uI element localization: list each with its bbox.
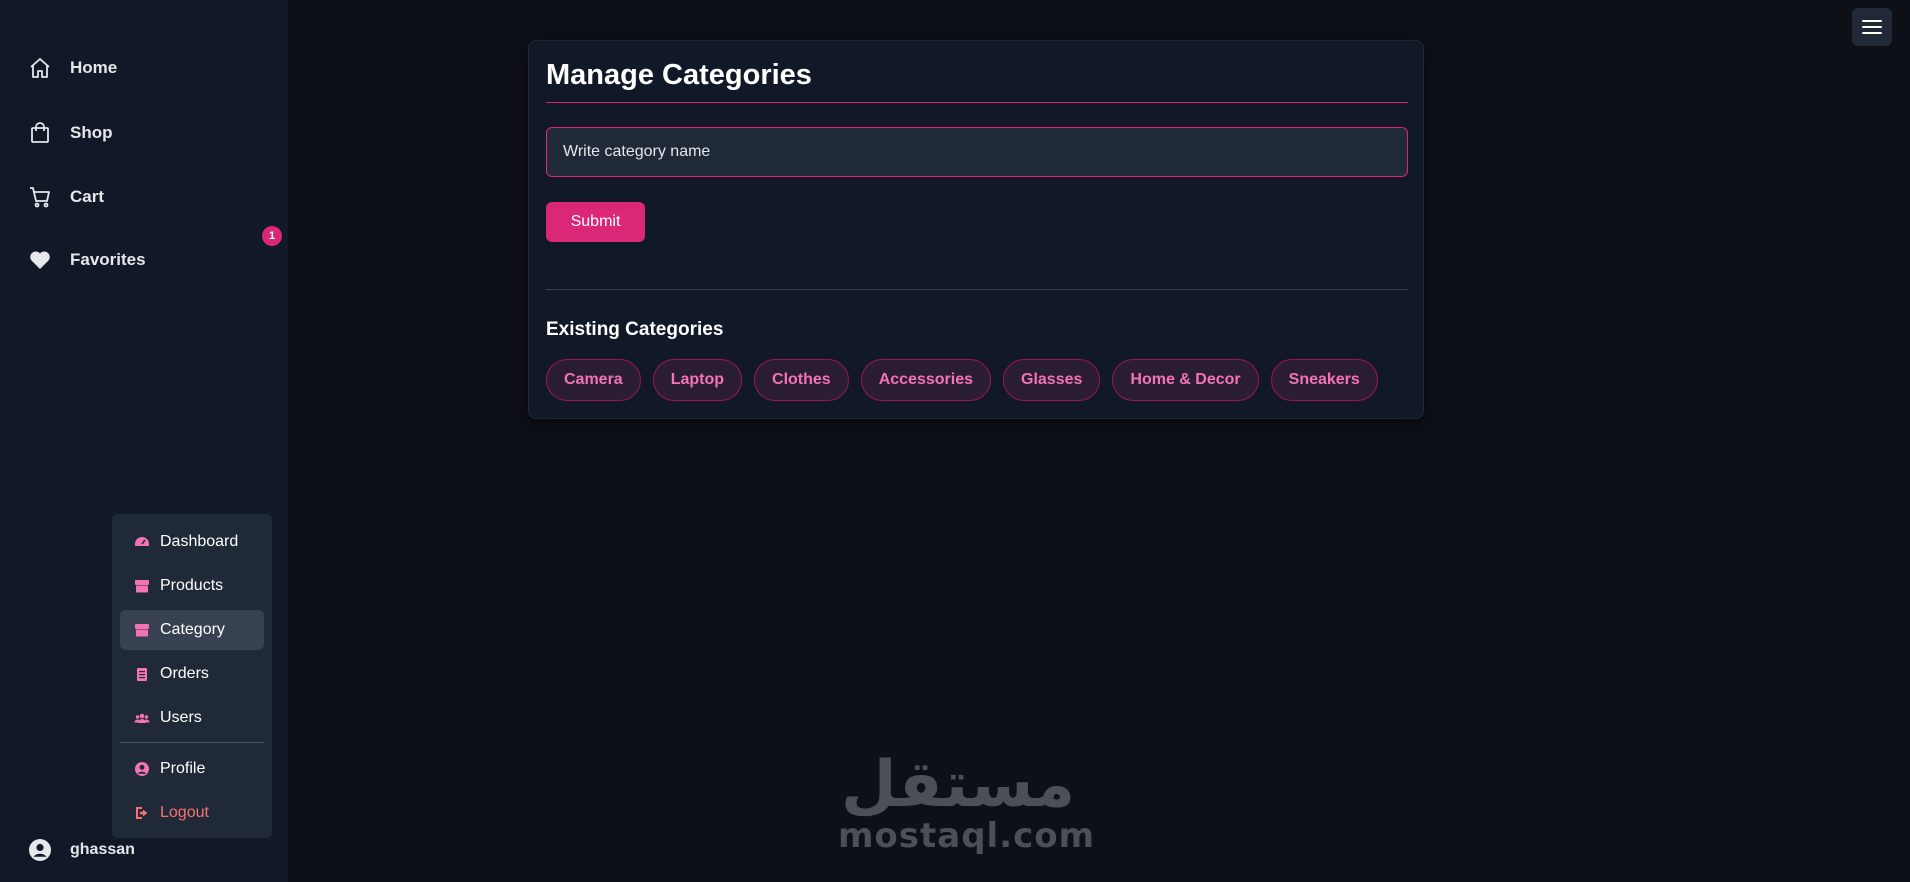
watermark-arabic-text: مستقل	[840, 748, 1076, 822]
user-circle-icon	[135, 762, 149, 776]
heart-icon	[30, 251, 50, 269]
menu-item-logout[interactable]: Logout	[120, 793, 264, 833]
category-chip-clothes[interactable]: Clothes	[754, 359, 849, 401]
menu-item-dashboard[interactable]: Dashboard	[120, 522, 264, 562]
menu-item-label: Users	[160, 709, 202, 726]
menu-icon	[1862, 20, 1882, 34]
menu-item-label: Dashboard	[160, 533, 239, 550]
menu-item-label: Orders	[160, 665, 209, 682]
home-icon	[30, 58, 50, 78]
users-icon	[134, 713, 150, 723]
sidebar-item-home[interactable]: Home	[28, 48, 268, 88]
clipboard-icon	[137, 668, 147, 681]
manage-categories-card: Manage Categories Submit Existing Catego…	[528, 40, 1424, 419]
user-avatar-icon	[29, 839, 51, 861]
menu-item-label: Profile	[160, 760, 206, 777]
menu-item-label: Category	[160, 621, 225, 638]
menu-item-orders[interactable]: Orders	[120, 654, 264, 694]
submit-button[interactable]: Submit	[546, 202, 645, 242]
menu-item-products[interactable]: Products	[120, 566, 264, 606]
menu-divider	[120, 742, 264, 743]
category-chip-home-decor[interactable]: Home & Decor	[1112, 359, 1259, 401]
category-chip-list: Camera Laptop Clothes Accessories Glasse…	[546, 359, 1378, 401]
sidebar-item-label: Shop	[70, 123, 113, 142]
menu-item-label: Products	[160, 577, 224, 594]
sidebar-item-favorites[interactable]: Favorites	[28, 240, 268, 280]
user-profile-toggle[interactable]: ghassan	[28, 838, 135, 862]
user-dropdown-menu: Dashboard Products Category Orders Users…	[112, 514, 272, 838]
dashboard-icon	[135, 537, 149, 546]
favorites-count-badge: 1	[262, 226, 282, 246]
menu-item-profile[interactable]: Profile	[120, 749, 264, 789]
category-chip-accessories[interactable]: Accessories	[860, 359, 991, 401]
sidebar-item-label: Favorites	[70, 250, 146, 269]
category-chip-sneakers[interactable]: Sneakers	[1270, 359, 1378, 401]
sidebar-item-shop[interactable]: Shop	[28, 113, 268, 153]
menu-item-users[interactable]: Users	[120, 698, 264, 738]
sidebar-item-label: Home	[70, 58, 118, 77]
section-divider	[546, 289, 1408, 290]
category-name-input[interactable]	[546, 127, 1408, 177]
sidebar-item-cart[interactable]: Cart	[28, 177, 268, 217]
sidebar: Home Shop Cart Favorites 1 Dashboard Pro…	[0, 0, 288, 882]
menu-item-label: Logout	[160, 804, 209, 821]
logout-icon	[136, 807, 148, 819]
category-chip-camera[interactable]: Camera	[546, 359, 641, 401]
box-icon	[135, 624, 149, 637]
existing-categories-heading: Existing Categories	[546, 319, 724, 340]
box-icon	[135, 580, 149, 593]
hamburger-menu-button[interactable]	[1852, 8, 1892, 46]
title-divider	[546, 102, 1408, 103]
username: ghassan	[70, 841, 135, 858]
category-chip-laptop[interactable]: Laptop	[652, 359, 743, 401]
watermark-latin-text: mostaql.com	[838, 816, 1096, 856]
category-chip-glasses[interactable]: Glasses	[1003, 359, 1101, 401]
cart-icon	[30, 187, 50, 208]
page-title: Manage Categories	[546, 59, 812, 91]
mostaql-watermark: مستقل mostaql.com	[838, 748, 1096, 862]
sidebar-item-label: Cart	[70, 187, 105, 206]
shopping-bag-icon	[31, 122, 49, 143]
menu-item-category[interactable]: Category	[120, 610, 264, 650]
